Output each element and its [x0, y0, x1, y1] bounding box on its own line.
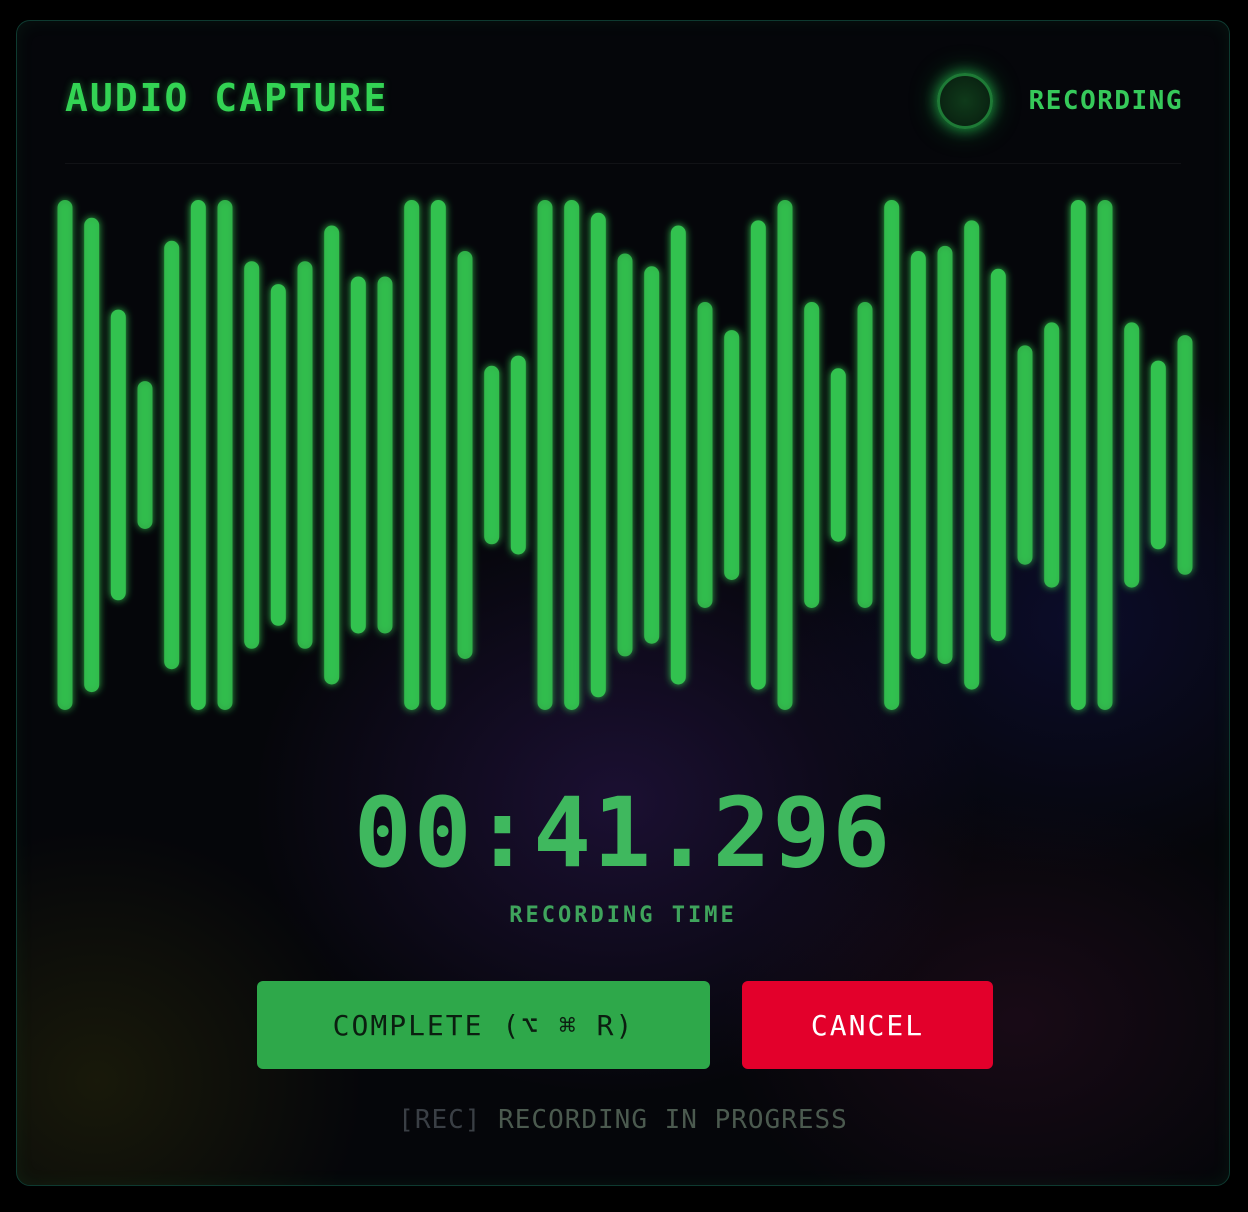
- waveform-bar: [1097, 200, 1113, 710]
- waveform-bar: [910, 251, 926, 659]
- complete-button[interactable]: COMPLETE (⌥ ⌘ R): [257, 981, 710, 1069]
- recording-timer: 00:41.296: [353, 777, 893, 889]
- waveform-bar: [564, 200, 580, 710]
- waveform-bar: [484, 365, 500, 545]
- waveform-bar: [884, 200, 900, 710]
- audio-waveform: [57, 200, 1193, 710]
- waveform-bar: [84, 217, 100, 693]
- waveform-bar: [1070, 200, 1086, 710]
- waveform-bar: [404, 200, 420, 710]
- waveform-bar: [510, 355, 526, 555]
- waveform-bar: [537, 200, 553, 710]
- waveform-bar: [990, 268, 1006, 642]
- waveform-bar: [430, 200, 446, 710]
- recording-progress-status: [REC] RECORDING IN PROGRESS: [17, 1105, 1229, 1135]
- recording-time-label: RECORDING TIME: [509, 903, 737, 928]
- waveform-bar: [804, 302, 820, 608]
- waveform-bar: [670, 225, 686, 685]
- waveform-bar: [137, 381, 153, 529]
- waveform-bar: [457, 251, 473, 659]
- waveform-bar: [1044, 322, 1060, 588]
- waveform-bar: [164, 240, 180, 670]
- waveform-bar: [697, 302, 713, 608]
- waveform-bar: [617, 253, 633, 657]
- waveform-bar: [244, 261, 260, 649]
- waveform-bar: [590, 212, 606, 698]
- progress-text: RECORDING IN PROGRESS: [481, 1105, 848, 1135]
- waveform-bar: [350, 276, 366, 634]
- waveform-bar: [217, 200, 233, 710]
- waveform-bar: [964, 220, 980, 690]
- recorder-panel: AUDIO CAPTURE RECORDING 00:41.296 RECORD…: [16, 20, 1230, 1186]
- cancel-button[interactable]: CANCEL: [742, 981, 993, 1069]
- waveform-bar: [324, 225, 340, 685]
- waveform-bar: [297, 261, 313, 649]
- waveform-bar: [57, 200, 73, 710]
- waveform-bar: [377, 276, 393, 634]
- waveform-bar: [750, 220, 766, 690]
- waveform-bar: [724, 330, 740, 580]
- waveform-bar: [777, 200, 793, 710]
- rec-tag: [REC]: [398, 1105, 482, 1135]
- waveform-bar: [644, 266, 660, 644]
- waveform-bar: [190, 200, 206, 710]
- waveform-bar: [1124, 322, 1140, 588]
- waveform-bar: [270, 284, 286, 626]
- waveform-bar: [1017, 345, 1033, 565]
- waveform-bar: [110, 309, 126, 601]
- waveform-bar: [1150, 360, 1166, 550]
- waveform-bar: [830, 368, 846, 542]
- waveform-bar: [857, 302, 873, 608]
- waveform-bar: [1177, 335, 1193, 575]
- waveform-bar: [937, 245, 953, 665]
